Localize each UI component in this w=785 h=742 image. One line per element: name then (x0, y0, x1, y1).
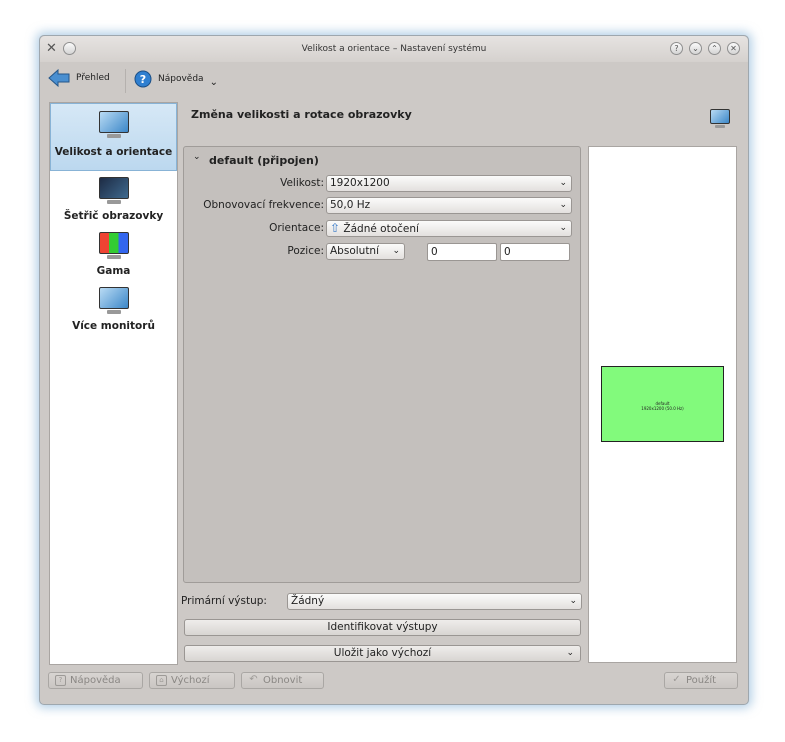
chevron-down-icon: ⌄ (559, 200, 567, 210)
refresh-value: 50,0 Hz (330, 199, 371, 211)
position-y-input[interactable]: 0 (500, 243, 570, 261)
chevron-down-icon: ⌄ (392, 246, 400, 256)
output-preview-box[interactable]: default 1920x1200 (50.0 Hz) (601, 366, 724, 442)
defaults-button[interactable]: ⌂ Výchozí (149, 672, 235, 689)
multi-monitor-icon (50, 287, 177, 314)
maximize-button[interactable]: ⌃ (708, 42, 721, 55)
close-button[interactable]: ✕ (727, 42, 740, 55)
save-as-default-button[interactable]: Uložit jako výchozí ⌄ (184, 645, 581, 662)
chevron-down-icon: ⌄ (569, 596, 577, 606)
help-bottom-label: Nápověda (70, 675, 121, 686)
page-title: Změna velikosti a rotace obrazovky (191, 108, 412, 121)
orientation-label: Orientace: (269, 222, 324, 234)
reset-button[interactable]: ↶ Obnovit (241, 672, 324, 689)
toolbar: Přehled ? Nápověda ⌄ (40, 63, 748, 93)
svg-text:?: ? (140, 73, 146, 86)
help-title-button[interactable]: ? (670, 42, 683, 55)
primary-output-label: Primární výstup: (181, 595, 267, 607)
display-icon (51, 104, 176, 138)
sidebar-item-label: Šetřič obrazovky (63, 210, 164, 222)
help-doc-icon: ? (55, 675, 66, 686)
reset-label: Obnovit (263, 675, 303, 686)
back-arrow-icon (48, 69, 70, 87)
defaults-icon: ⌂ (156, 675, 167, 686)
refresh-label: Obnovovací frekvence: (203, 199, 324, 211)
sidebar-item-gamma[interactable]: Gama (50, 232, 177, 282)
chevron-down-icon: ⌄ (559, 223, 567, 233)
defaults-label: Výchozí (171, 675, 210, 686)
help-icon: ? (134, 70, 152, 87)
output-panel: ⌄ default (připojen) Velikost: 1920x1200… (183, 146, 581, 583)
orientation-select[interactable]: ⇧ Žádné otočení ⌄ (326, 220, 572, 237)
sidebar-item-size-orientation[interactable]: Velikost a orientace (50, 103, 177, 171)
help-label: Nápověda (158, 73, 204, 84)
size-label: Velikost: (280, 177, 324, 189)
chevron-down-icon: ⌄ (559, 178, 567, 188)
help-bottom-button[interactable]: ? Nápověda (48, 672, 143, 689)
window-title: Velikost a orientace – Nastavení systému (301, 44, 487, 54)
position-select[interactable]: Absolutní ⌄ (326, 243, 405, 260)
screensaver-icon (50, 177, 177, 204)
size-select[interactable]: 1920x1200 ⌄ (326, 175, 572, 192)
sidebar-item-screensaver[interactable]: Šetřič obrazovky (50, 177, 177, 227)
primary-output-select[interactable]: Žádný ⌄ (287, 593, 582, 610)
title-bar[interactable]: ✕ Velikost a orientace – Nastavení systé… (40, 36, 748, 62)
sidebar-item-label: Více monitorů (72, 320, 155, 332)
sidebar-item-label: Gama (96, 265, 131, 277)
identify-outputs-button[interactable]: Identifikovat výstupy (184, 619, 581, 636)
minimize-button[interactable]: ⌄ (689, 42, 702, 55)
monitor-header-icon (710, 109, 730, 128)
undo-icon: ↶ (249, 674, 258, 685)
help-button[interactable]: ? Nápověda ⌄ (134, 69, 218, 88)
titlebar-controls: ? ⌄ ⌃ ✕ (670, 42, 740, 55)
position-value: Absolutní (330, 245, 380, 257)
overview-button[interactable]: Přehled (48, 69, 110, 87)
help-menu-chevron-icon[interactable]: ⌄ (210, 77, 218, 88)
overview-label: Přehled (76, 73, 110, 83)
sidebar-item-label: Velikost a orientace (54, 146, 173, 158)
settings-window: ✕ Velikost a orientace – Nastavení systé… (39, 35, 749, 705)
chevron-down-icon: ⌄ (566, 648, 574, 658)
apply-label: Použít (686, 675, 717, 686)
output-name: default (připojen) (209, 154, 319, 167)
position-label: Pozice: (287, 245, 324, 257)
primary-output-value: Žádný (291, 595, 325, 607)
preview-output-info: 1920x1200 (50.0 Hz) (641, 406, 684, 411)
save-default-label: Uložit jako výchozí (333, 647, 432, 659)
rotate-up-arrow-icon: ⇧ (330, 221, 341, 235)
size-value: 1920x1200 (330, 177, 390, 189)
gamma-icon (50, 232, 177, 259)
apply-button[interactable]: ✓ Použít (664, 672, 738, 689)
orientation-value: Žádné otočení (343, 223, 419, 235)
collapse-chevron-icon[interactable]: ⌄ (193, 152, 201, 162)
layout-preview[interactable]: default 1920x1200 (50.0 Hz) (588, 146, 737, 663)
toolbar-separator (125, 69, 126, 93)
sidebar: Velikost a orientace Šetřič obrazovky Ga… (49, 102, 178, 665)
sidebar-item-multi-monitor[interactable]: Více monitorů (50, 287, 177, 337)
refresh-select[interactable]: 50,0 Hz ⌄ (326, 197, 572, 214)
checkmark-icon: ✓ (672, 674, 681, 685)
position-x-input[interactable]: 0 (427, 243, 497, 261)
